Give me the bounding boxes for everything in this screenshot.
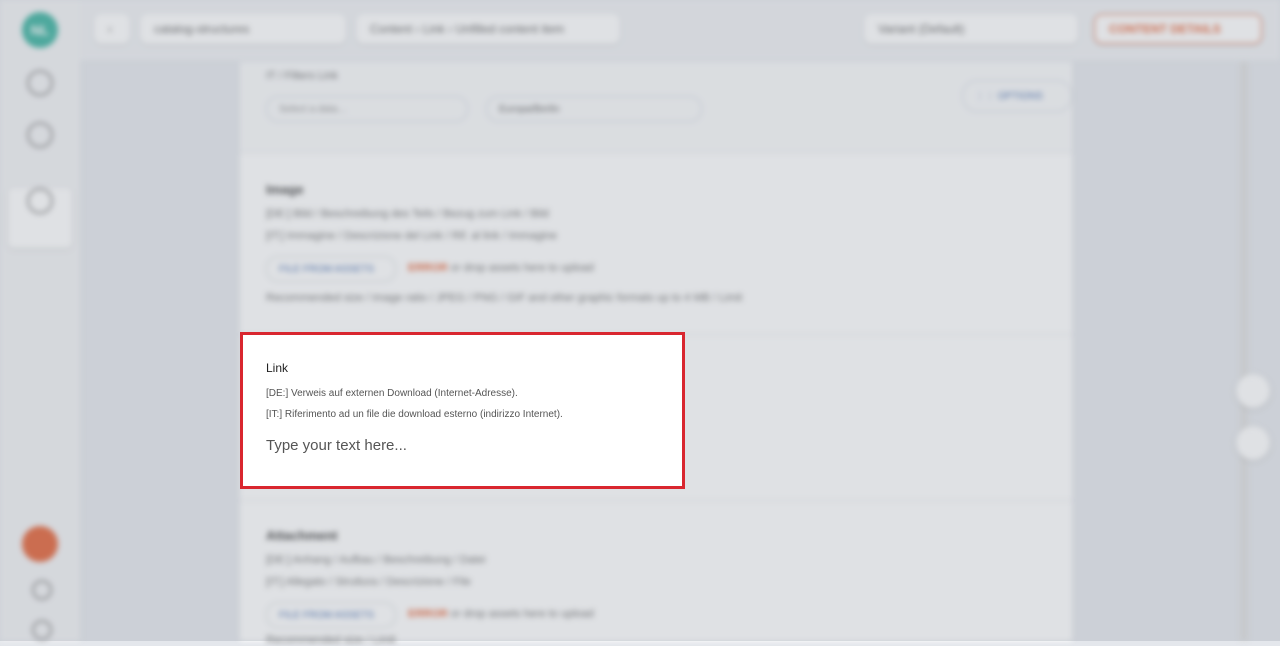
link-desc-de: [DE:] Verweis auf externen Download (Int… bbox=[266, 388, 518, 399]
link-text-input[interactable] bbox=[266, 433, 661, 457]
link-field-card: Link [DE:] Verweis auf externen Download… bbox=[240, 332, 685, 489]
overlay-dim bbox=[0, 0, 1280, 641]
link-desc-it: [IT:] Riferimento ad un file die downloa… bbox=[266, 409, 563, 420]
link-field-title: Link bbox=[266, 361, 289, 375]
